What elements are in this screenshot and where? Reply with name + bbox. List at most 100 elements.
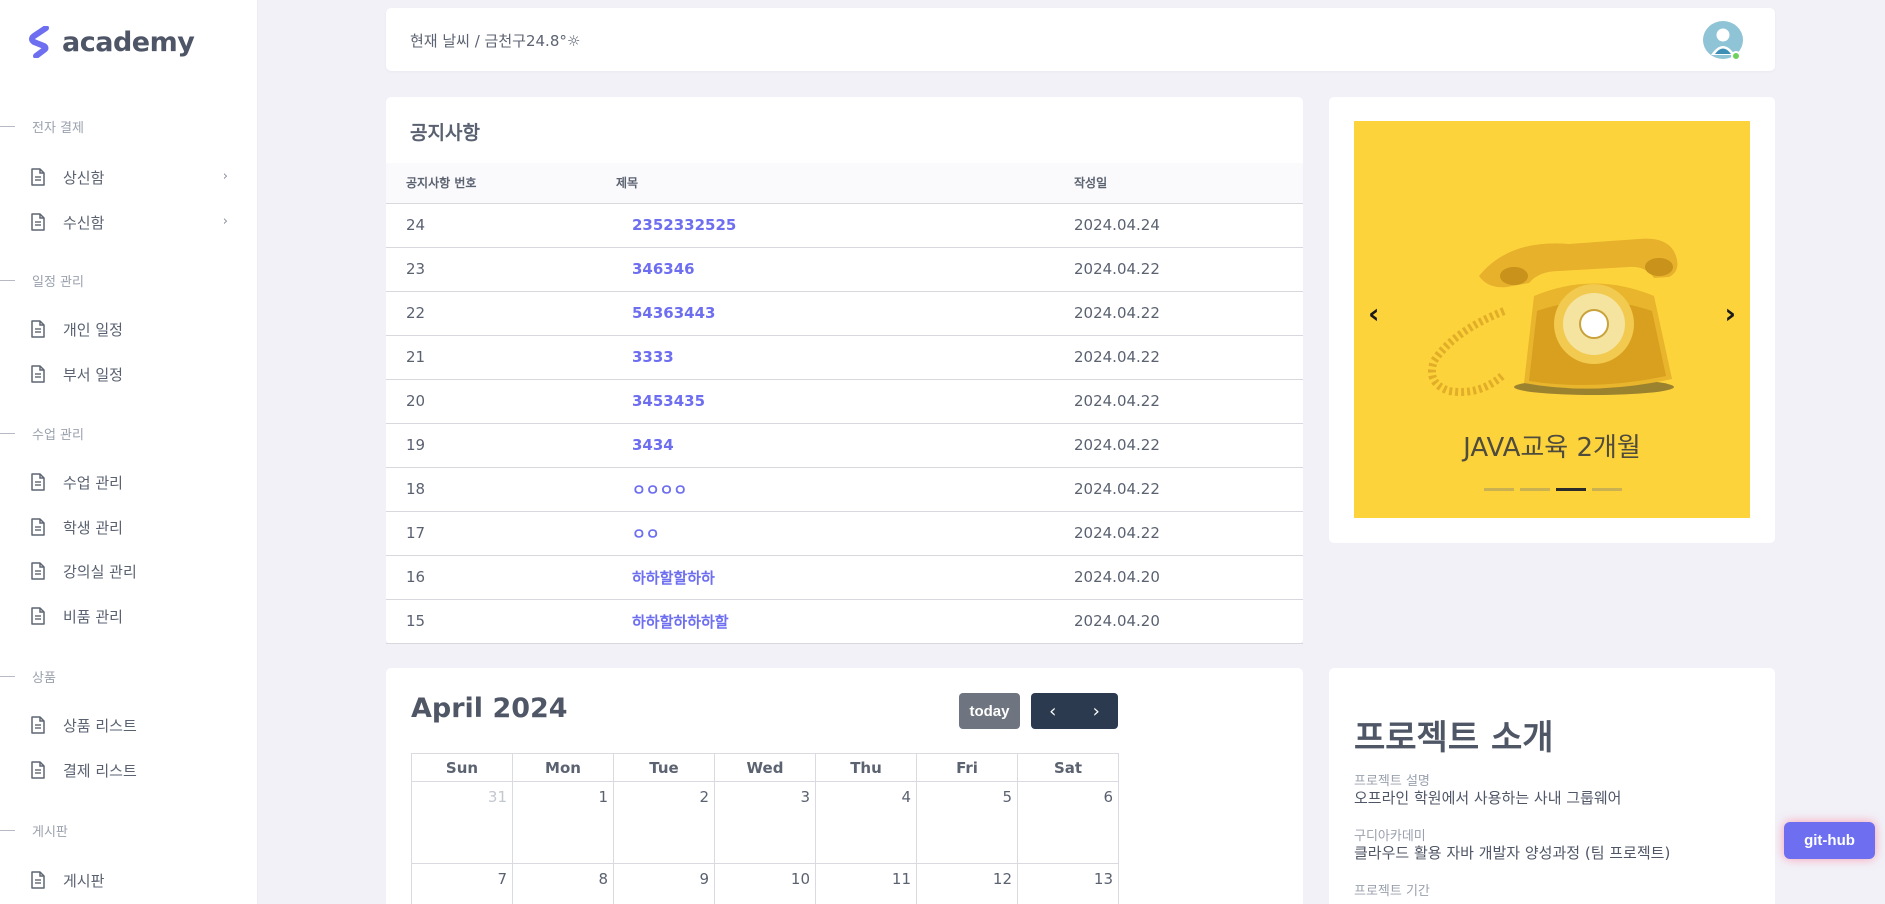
calendar-day-cell[interactable]: 12 [916,863,1018,904]
calendar-day-cell[interactable]: 4 [815,781,917,864]
notice-title-link[interactable]: 하하할할하하 [632,569,715,587]
sidebar-item[interactable]: 학생 관리 [30,512,236,542]
calendar-prev-button[interactable]: ‹ [1031,693,1075,729]
sidebar-item[interactable]: 게시판 [30,865,236,895]
project-academy-value: 클라우드 활용 자바 개발자 양성과정 (팀 프로젝트) [1354,844,1671,862]
notice-title-link[interactable]: 3333 [632,348,674,366]
notice-number: 24 [386,203,616,248]
sidebar-item[interactable]: 수업 관리 [30,467,236,497]
calendar-day-cell[interactable]: 8 [512,863,614,904]
carousel-indicator-4[interactable] [1592,488,1622,491]
sidebar-item[interactable]: 상품 리스트 [30,710,236,740]
notice-row: 22 54363443 2024.04.22 [386,291,1303,336]
top-bar: 현재 날씨 / 금천구24.8°☼ [386,8,1775,71]
calendar-day-cell[interactable]: 31 [411,781,513,864]
carousel-indicator-1[interactable] [1484,488,1514,491]
sidebar-item-label: 게시판 [63,871,105,890]
sidebar-item[interactable]: 강의실 관리 [30,556,236,586]
calendar-day-cell[interactable]: 2 [613,781,715,864]
section-title-text: 게시판 [32,825,68,840]
calendar-title: April 2024 [411,693,568,724]
sidebar-section-title: 일정 관리 [0,271,84,290]
carousel-indicator-2[interactable] [1520,488,1550,491]
notice-row: 18 ㅇㅇㅇㅇ 2024.04.22 [386,467,1303,512]
document-icon [30,607,45,625]
sidebar-item[interactable]: 부서 일정 [30,359,236,389]
document-icon [30,761,45,779]
document-icon [30,320,45,338]
chevron-right-icon: › [222,214,228,229]
section-title-text: 수업 관리 [32,428,84,443]
notice-title-link[interactable]: 하하할하하하할 [632,613,729,631]
notice-title-link[interactable]: 2352332525 [632,216,736,234]
carousel-next-button[interactable]: › [1724,297,1736,330]
sidebar-item[interactable]: 개인 일정 [30,314,236,344]
calendar-week-row: 7 8 9 10 11 12 13 [411,863,1119,904]
notice-date: 2024.04.22 [1074,335,1303,380]
today-button[interactable]: today [959,693,1020,729]
sidebar-item[interactable]: 비품 관리 [30,601,236,631]
carousel-caption: JAVA교육 2개월 [1463,433,1641,463]
brand[interactable]: academy [28,26,195,58]
calendar-week-row: 31 1 2 3 4 5 6 [411,781,1119,864]
github-button[interactable]: git-hub [1784,822,1875,859]
notice-title-cell: 하하할하하하할 [616,599,1074,644]
notice-number: 15 [386,599,616,644]
notice-title-link[interactable]: 54363443 [632,304,716,322]
sidebar-item-label: 상신함 [63,168,105,187]
notice-row: 17 ㅇㅇ 2024.04.22 [386,511,1303,556]
col-notice-title: 제목 [616,163,1074,204]
section-title-text: 상품 [32,671,56,686]
project-title: 프로젝트 소개 [1354,718,1554,758]
calendar-day-cell[interactable]: 9 [613,863,715,904]
notice-date: 2024.04.22 [1074,423,1303,468]
project-desc-value: 오프라인 학원에서 사용하는 사내 그룹웨어 [1354,789,1622,807]
notice-date: 2024.04.24 [1074,203,1303,248]
notice-number: 21 [386,335,616,380]
carousel-prev-button[interactable]: ‹ [1368,297,1380,330]
calendar-day-cell[interactable]: 10 [714,863,816,904]
sidebar-item-label: 수업 관리 [63,473,123,492]
project-card: 프로젝트 소개 프로젝트 설명 오프라인 학원에서 사용하는 사내 그룹웨어 구… [1329,668,1775,904]
notice-date: 2024.04.22 [1074,379,1303,424]
weekday-header: Fri [916,753,1018,782]
weekday-header: Mon [512,753,614,782]
notice-title-link[interactable]: ㅇㅇ [632,525,660,543]
notice-title-cell: 54363443 [616,291,1074,336]
calendar-day-cell[interactable]: 3 [714,781,816,864]
weekday-header: Tue [613,753,715,782]
notice-title-link[interactable]: 346346 [632,260,695,278]
notice-number: 16 [386,555,616,600]
notice-row: 15 하하할하하하할 2024.04.20 [386,599,1303,644]
online-status-dot [1731,51,1741,61]
notice-number: 19 [386,423,616,468]
notice-title-link[interactable]: ㅇㅇㅇㅇ [632,481,687,499]
document-icon [30,168,45,186]
calendar-weekday-row: Sun Mon Tue Wed Thu Fri Sat [411,753,1119,782]
calendar-day-cell[interactable]: 13 [1017,863,1119,904]
notice-title-cell: ㅇㅇㅇㅇ [616,467,1074,512]
calendar-next-button[interactable]: › [1075,693,1119,729]
notice-table: 공지사항 번호 제목 작성일 24 2352332525 2024.04.24 23 3… [386,163,1303,644]
notice-title-link[interactable]: 3434 [632,436,674,454]
weekday-header: Thu [815,753,917,782]
sidebar-section-title: 상품 [0,667,56,686]
notice-date: 2024.04.22 [1074,467,1303,512]
carousel-indicator-3[interactable] [1556,488,1586,491]
calendar-day-cell[interactable]: 7 [411,863,513,904]
sidebar-item[interactable]: 결제 리스트 [30,755,236,785]
notice-title-link[interactable]: 3453435 [632,392,705,410]
notice-row: 23 346346 2024.04.22 [386,247,1303,292]
calendar-day-cell[interactable]: 6 [1017,781,1119,864]
notice-date: 2024.04.22 [1074,247,1303,292]
sidebar-item-label: 수신함 [63,213,105,232]
calendar-day-cell[interactable]: 5 [916,781,1018,864]
sidebar-item[interactable]: 상신함 › [30,162,236,192]
calendar-card: April 2024 today ‹ › Sun Mon Tue Wed Thu Fri S… [386,668,1303,904]
calendar-day-cell[interactable]: 1 [512,781,614,864]
sidebar-item-label: 부서 일정 [63,365,123,384]
sidebar-section-title: 수업 관리 [0,424,84,443]
sidebar-item[interactable]: 수신함 › [30,207,236,237]
calendar-day-cell[interactable]: 11 [815,863,917,904]
sidebar-item-label: 개인 일정 [63,320,123,339]
